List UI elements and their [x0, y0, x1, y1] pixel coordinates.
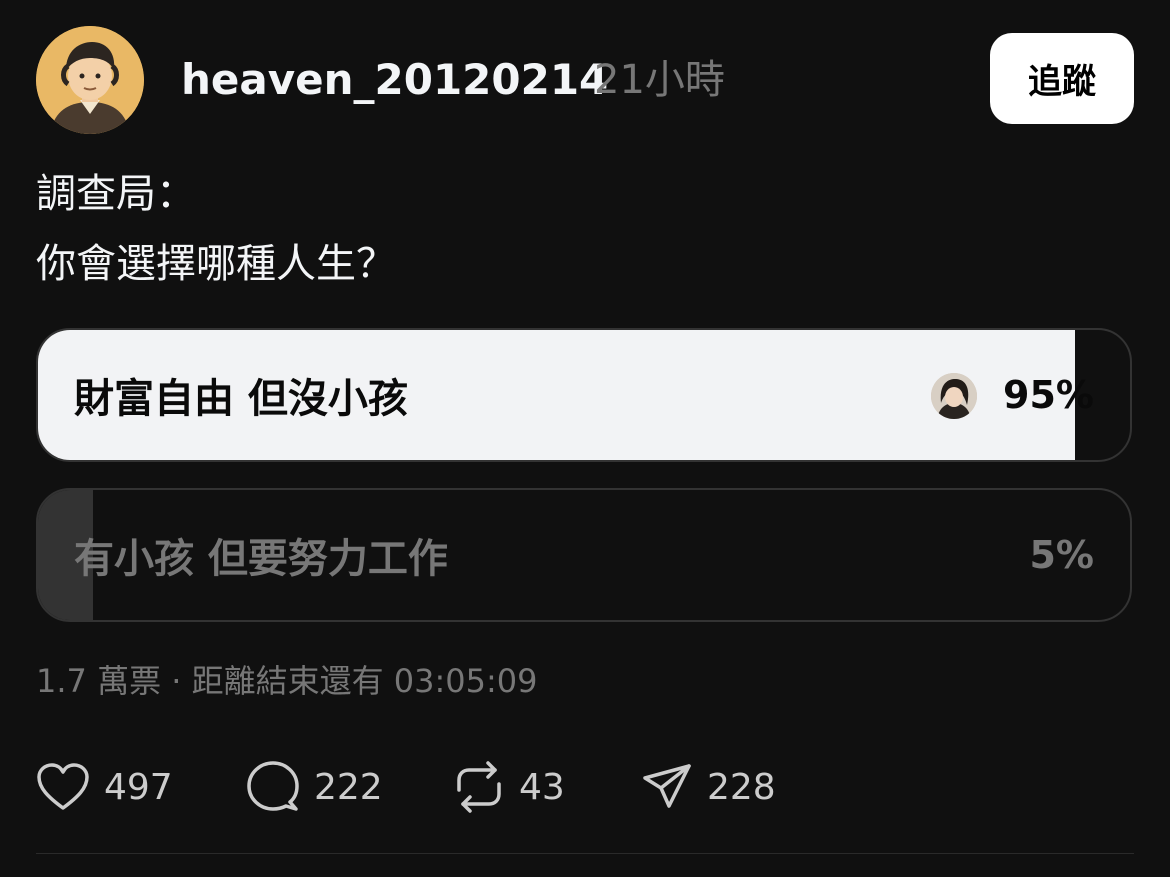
post-timestamp: 21小時: [594, 57, 725, 103]
repost-count: 43: [519, 766, 565, 808]
speech-bubble-icon: [247, 761, 299, 811]
heart-icon: [37, 763, 89, 810]
poll-option-1[interactable]: 財富自由 但沒小孩 95%: [36, 328, 1132, 462]
voter-avatar: [931, 373, 977, 419]
voter-portrait-icon: [931, 373, 977, 419]
poll-option-2-percent: 5%: [1029, 533, 1094, 577]
follow-button[interactable]: 追蹤: [990, 33, 1134, 124]
author-avatar[interactable]: [36, 26, 144, 134]
poll-meta: 1.7 萬票 · 距離結束還有 03:05:09: [36, 662, 538, 700]
cartoon-avatar-icon: [36, 26, 144, 134]
post-divider: [36, 853, 1134, 854]
repost-button[interactable]: 43: [453, 760, 565, 814]
share-button[interactable]: 228: [641, 760, 776, 814]
reply-button[interactable]: 222: [246, 760, 383, 814]
reply-count: 222: [314, 766, 383, 808]
share-count: 228: [707, 766, 776, 808]
poll-option-2[interactable]: 有小孩 但要努力工作 5%: [36, 488, 1132, 622]
repost-icon: [457, 761, 501, 813]
post-text-line-2: 你會選擇哪種人生？: [36, 241, 396, 287]
poll-option-2-label: 有小孩 但要努力工作: [74, 536, 448, 582]
like-button[interactable]: 497: [36, 760, 173, 814]
poll-option-1-percent: 95%: [1003, 373, 1094, 417]
like-count: 497: [104, 766, 173, 808]
poll-option-1-label: 財富自由 但沒小孩: [74, 376, 408, 422]
paper-plane-icon: [643, 764, 691, 808]
author-username[interactable]: heaven_20120214: [181, 52, 608, 108]
post-text-line-1: 調查局：: [36, 171, 196, 217]
